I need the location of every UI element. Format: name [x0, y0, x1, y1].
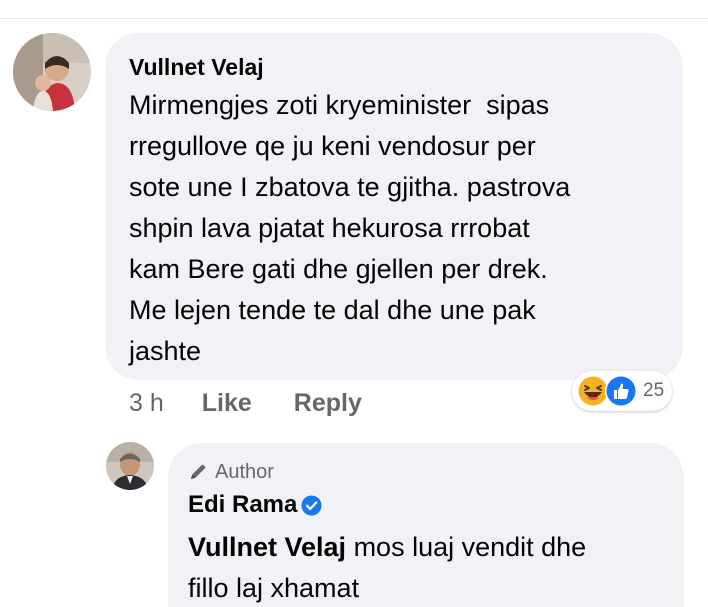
reply-button[interactable]: Reply — [294, 389, 362, 418]
reply-avatar[interactable] — [106, 442, 154, 490]
comment-text-line: rregullove qe ju keni vendosur per — [129, 131, 536, 161]
like-button[interactable]: Like — [202, 389, 252, 418]
author-badge: Author — [188, 459, 664, 485]
comment-actions: 3 h Like Reply — [129, 385, 362, 421]
comment-text-line: jashte — [129, 336, 202, 366]
comment-text: Mirmengjes zoti kryeminister sipas rregu… — [129, 85, 629, 372]
mention-link[interactable]: Vullnet Velaj — [188, 532, 346, 562]
comment-thread: Vullnet Velaj Mirmengjes zoti kryeminist… — [0, 0, 708, 607]
reply-text-line: fillo laj xhamat — [188, 573, 360, 603]
like-icon — [605, 375, 637, 407]
comment-text-line: sote une I zbatova te gjitha. pastrova — [129, 172, 571, 202]
comment-text-line: shpin lava pjatat hekurosa rrrobat — [129, 213, 530, 243]
verified-badge-icon — [301, 495, 322, 515]
comment-text-line: Mirmengjes zoti kryeminister sipas — [129, 90, 550, 120]
reply-bubble: Author Edi Rama Vullnet Velaj mos luaj v… — [168, 443, 684, 607]
reactions-summary[interactable]: 25 — [572, 371, 673, 411]
reply-text-line: Vullnet Velaj mos luaj vendit dhe — [188, 527, 658, 568]
author-badge-label: Author — [215, 461, 274, 483]
reply-author-name[interactable]: Edi Rama — [188, 489, 297, 521]
comment-bubble: Vullnet Velaj Mirmengjes zoti kryeminist… — [105, 33, 683, 380]
reply-author-row: Edi Rama — [188, 489, 664, 521]
divider — [0, 18, 708, 19]
pencil-icon — [191, 464, 206, 479]
reply-text-part: mos luaj vendit dhe — [346, 532, 587, 562]
comment-author-name[interactable]: Vullnet Velaj — [129, 51, 659, 83]
comment-text-line: kam Bere gati dhe gjellen per drek. — [129, 254, 548, 284]
comment-timestamp[interactable]: 3 h — [129, 389, 164, 418]
avatar[interactable] — [13, 33, 91, 111]
reaction-count: 25 — [643, 380, 665, 401]
reply-text: Vullnet Velaj mos luaj vendit dhe fillo … — [188, 527, 658, 607]
comment-text-line: Me lejen tende te dal dhe une pak — [129, 295, 536, 325]
